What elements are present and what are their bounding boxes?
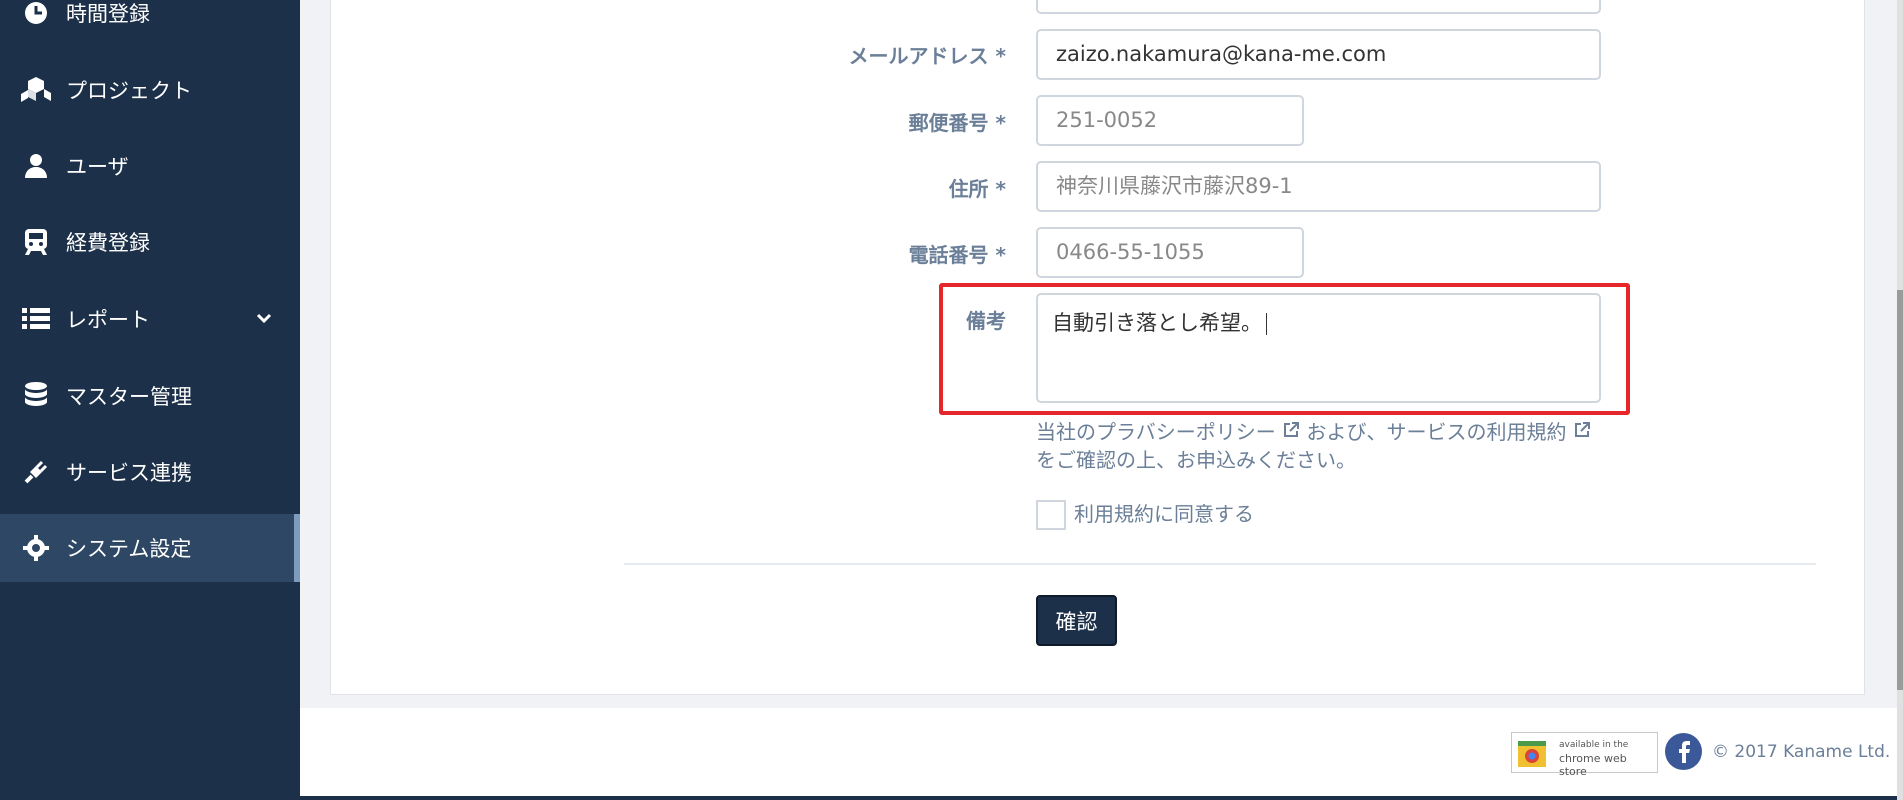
address-field[interactable]: 神奈川県藤沢市藤沢89-1 [1036, 161, 1601, 212]
sidebar-item-projects[interactable]: プロジェクト [0, 56, 300, 124]
address-label: 住所 * [948, 177, 1006, 201]
sidebar-item-time-entry[interactable]: 時間登録 [0, 0, 300, 47]
text-cursor [1266, 313, 1267, 335]
sidebar-item-system-settings[interactable]: システム設定 [0, 514, 300, 582]
chrome-icon [1516, 737, 1548, 773]
divider [624, 563, 1816, 565]
sidebar-item-label: 経費登録 [66, 231, 150, 255]
clock-icon [18, 0, 54, 31]
sidebar-item-expenses[interactable]: 経費登録 [0, 208, 300, 276]
scrollbar-thumb[interactable] [1897, 290, 1903, 690]
postal-code-field[interactable]: 251-0052 [1036, 95, 1304, 146]
privacy-notice: 当社のプラバシーポリシー および、サービスの利用規約 をご確認の上、お申込みくだ… [1036, 418, 1591, 474]
sidebar-item-master[interactable]: マスター管理 [0, 362, 300, 430]
confirm-button[interactable]: 確認 [1036, 595, 1117, 646]
previous-field-input[interactable] [1036, 0, 1601, 14]
sidebar-item-reports[interactable]: レポート [0, 285, 300, 353]
phone-field[interactable]: 0466-55-1055 [1036, 227, 1304, 278]
notes-textarea[interactable]: 自動引き落とし希望。 [1036, 293, 1601, 403]
chrome-store-large-text: chrome web store [1559, 752, 1627, 778]
sidebar-item-label: プロジェクト [66, 79, 192, 103]
sidebar-item-label: レポート [66, 308, 150, 332]
phone-label: 電話番号 * [908, 243, 1006, 267]
footer-bottom-bar [300, 796, 1903, 800]
list-icon [18, 301, 54, 337]
sidebar-item-label: 時間登録 [66, 2, 150, 26]
footer [300, 708, 1903, 800]
user-icon [18, 148, 54, 184]
external-link-icon [1573, 420, 1591, 444]
postal-code-label: 郵便番号 * [908, 111, 1006, 135]
email-field[interactable]: zaizo.nakamura@kana-me.com [1036, 29, 1601, 80]
privacy-notice-line2: をご確認の上、お申込みください。 [1036, 448, 1356, 472]
train-icon [18, 224, 54, 260]
sidebar: 時間登録 プロジェクト ユーザ 経費登録 レポート マスター管理 サービス連携 … [0, 0, 300, 800]
sidebar-item-label: マスター管理 [66, 385, 192, 409]
notes-label: 備考 [966, 309, 1006, 333]
chevron-down-icon [256, 309, 272, 328]
chrome-store-small-text: available in the [1559, 740, 1629, 750]
agree-label[interactable]: 利用規約に同意する [1074, 500, 1254, 528]
email-label: メールアドレス * [848, 44, 1006, 68]
cubes-icon [18, 72, 54, 108]
database-icon [18, 378, 54, 414]
privacy-policy-link[interactable]: 当社のプラバシーポリシー [1036, 420, 1276, 444]
sidebar-item-label: ユーザ [66, 155, 129, 179]
chrome-web-store-badge[interactable]: available in the chrome web store [1511, 732, 1658, 778]
agree-checkbox[interactable] [1036, 500, 1066, 530]
facebook-icon[interactable] [1665, 733, 1702, 770]
external-link-icon [1282, 420, 1300, 444]
notes-text: 自動引き落とし希望。 [1052, 311, 1262, 335]
sidebar-item-integrations[interactable]: サービス連携 [0, 438, 300, 506]
sidebar-item-label: サービス連携 [66, 461, 192, 485]
gear-icon [18, 530, 54, 566]
terms-link[interactable]: および、サービスの利用規約 [1307, 420, 1567, 444]
sidebar-item-users[interactable]: ユーザ [0, 132, 300, 200]
copyright: © 2017 Kaname Ltd. [1712, 742, 1891, 762]
sidebar-item-label: システム設定 [66, 537, 192, 561]
plug-icon [18, 454, 54, 490]
